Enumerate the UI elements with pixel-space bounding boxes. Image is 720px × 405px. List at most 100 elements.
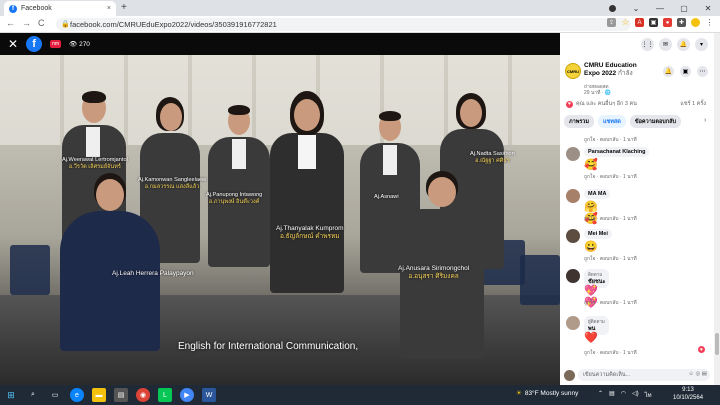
restore-icon[interactable]: ▢ (672, 4, 696, 13)
minimize-icon[interactable]: — (648, 4, 672, 13)
bell-icon[interactable]: 🔔 (663, 66, 674, 77)
comment-author[interactable]: MA MA (588, 191, 606, 197)
comment-emoji: 🥰 (584, 159, 598, 171)
task-view-icon[interactable]: ▭ (48, 388, 62, 402)
follower-badge: ติดตาม (588, 272, 603, 277)
share-count[interactable]: แชร์ 1 ครั้ง (680, 100, 706, 108)
url-field[interactable]: 🔒 facebook.com/CMRUEduExpo2022/videos/35… (56, 18, 631, 31)
reaction-summary[interactable]: ♥ คุณ และ คนอื่นๆ อีก 3 คน (566, 100, 637, 108)
panel-tabs: ภาพรวม แชทสด ข้อความตอบกลับ (564, 115, 681, 128)
name-en: Aj.Asnawi (374, 194, 399, 200)
name-tag: Aj.Thanyalak Kumprom อ.ธัญลักษณ์ คำพรหม (276, 225, 344, 240)
close-window-icon[interactable]: ✕ (696, 4, 720, 13)
scrollbar-thumb[interactable] (715, 333, 719, 355)
line-icon[interactable]: L (158, 388, 172, 402)
extension-icon[interactable]: ▣ (649, 18, 658, 27)
red-extension-icon[interactable]: ● (663, 18, 672, 27)
pdf-extension-icon[interactable]: A (635, 18, 644, 27)
post-time: 29 นาที · 🌐 (584, 90, 612, 96)
facebook-logo-icon[interactable]: f (26, 36, 43, 52)
composer-icons[interactable]: ☺ ◎ ▤ (688, 371, 707, 381)
clock[interactable]: 9:13 10/10/2564 (673, 386, 703, 402)
name-en: Aj.Anusara Sirimongchol (398, 265, 470, 272)
avatar[interactable] (566, 269, 580, 283)
comment-emoji: 😀 (584, 241, 598, 253)
more-options-icon[interactable]: ⋯ (697, 66, 708, 77)
puzzle-icon[interactable]: ✚ (677, 18, 686, 27)
name-en: Aj.Nadta Sasithon (470, 151, 515, 157)
heart-reaction-icon: ♥ (566, 100, 573, 108)
word-icon[interactable]: W (202, 388, 216, 402)
windows-start-icon[interactable]: ⊞ (4, 388, 18, 402)
close-icon[interactable]: ✕ (8, 37, 18, 51)
name-th: อ.กมลวรรณ แสงลีแล้ว (144, 183, 200, 190)
chevron-right-icon[interactable]: › (704, 117, 706, 124)
share-icon[interactable]: ⇪ (607, 18, 616, 27)
forward-button[interactable]: → (22, 18, 31, 28)
comment-placeholder: เขียนความคิดเห็น... (583, 372, 631, 378)
system-tray: ⌃ ▤ ◠ ◁) ไท (598, 390, 652, 400)
edge-icon[interactable]: e (70, 388, 84, 402)
save-icon[interactable]: ▣ (680, 66, 691, 77)
comment-meta[interactable]: ถูกใจ · ตอบกลับ · 1 นาที (584, 136, 637, 144)
close-tab-icon[interactable]: × (107, 5, 111, 12)
new-tab-button[interactable]: + (121, 2, 127, 13)
comment-meta[interactable]: ถูกใจ · ตอบกลับ · 1 นาที (584, 299, 637, 307)
comment-meta[interactable]: ถูกใจ · ตอบกลับ · 1 นาที (584, 349, 637, 357)
tab-live-chat[interactable]: แชทสด (598, 115, 626, 128)
panel-toolbar: ⋮⋮ ✉ 🔔 ▾ (560, 33, 714, 55)
chevron-down-icon[interactable]: ⌄ (624, 4, 648, 13)
reload-button[interactable]: C (38, 18, 45, 28)
avatar[interactable] (566, 316, 580, 330)
weather-widget[interactable]: ☀ 83°F Mostly sunny (516, 389, 578, 398)
store-icon[interactable]: ▤ (114, 388, 128, 402)
volume-icon[interactable]: ◁) (632, 390, 639, 400)
tab-facebook[interactable]: f Facebook × (4, 1, 116, 16)
tab-replies[interactable]: ข้อความตอบกลับ (629, 115, 681, 128)
tab-title: Facebook (21, 5, 52, 12)
menu-icon[interactable]: ⋮ (705, 18, 714, 27)
avatar[interactable] (566, 147, 580, 161)
profile-icon[interactable] (609, 4, 616, 12)
file-explorer-icon[interactable]: ▬ (92, 388, 106, 402)
page-name[interactable]: CMRU Education Expo 2022 กำลัง (584, 62, 654, 78)
video-caption: English for International Communication, (178, 341, 359, 352)
name-en: Aj.Leah Herrera Palaypayon (112, 270, 194, 277)
search-icon[interactable]: ⌕ (26, 388, 40, 402)
view-count: 👁 270 (69, 41, 90, 48)
comment-author[interactable]: Parsachanat Klaching (588, 149, 645, 155)
wifi-icon[interactable]: ◠ (621, 390, 626, 400)
video-header: ✕ f nm 👁 270 (0, 33, 560, 55)
apps-grid-icon[interactable]: ⋮⋮ (641, 37, 654, 51)
comment-meta[interactable]: ถูกใจ · ตอบกลับ · 1 นาที (584, 215, 637, 223)
chrome-icon[interactable]: ◉ (136, 388, 150, 402)
notifications-icon[interactable]: 🔔 (677, 37, 690, 51)
avatar[interactable] (566, 189, 580, 203)
tab-overview[interactable]: ภาพรวม (564, 115, 595, 128)
scrollbar[interactable] (714, 33, 720, 385)
chevron-up-icon[interactable]: ⌃ (598, 390, 603, 400)
name-en: Aj.Panupong Intawong (206, 192, 263, 198)
network-icon[interactable]: ▤ (609, 390, 615, 400)
comment-bubble: MA MA (584, 189, 611, 199)
back-button[interactable]: ← (6, 18, 15, 28)
post-actions: 🔔 ▣ ⋯ (663, 66, 708, 77)
name-en: Aj.Kamonwan Sangleelaew (138, 177, 207, 183)
language-icon[interactable]: ไท (645, 390, 652, 400)
comment-bubble: Parsachanat Klaching (584, 147, 650, 157)
name-en: Aj.Weerawat Lertromjantol (62, 157, 128, 163)
star-icon[interactable]: ☆ (621, 17, 630, 27)
comment-input[interactable]: เขียนความคิดเห็น... ☺ ◎ ▤ (578, 369, 710, 381)
messenger-icon[interactable]: ✉ (659, 37, 672, 51)
account-chevron-icon[interactable]: ▾ (695, 37, 708, 51)
name-tag: Aj.Kamonwan Sangleelaew อ.กมลวรรณ แสงลีแ… (138, 177, 206, 190)
name-tag: Aj.Nadta Sasithon อ.ณัฐฐา ศศิธร (470, 151, 515, 164)
page-avatar[interactable]: CMRU (565, 63, 581, 79)
avatar-icon[interactable] (691, 18, 700, 27)
avatar[interactable] (566, 229, 580, 243)
zoom-icon[interactable]: ▶ (180, 388, 194, 402)
comment-meta[interactable]: ถูกใจ · ตอบกลับ · 1 นาที (584, 255, 637, 263)
video-player[interactable]: Aj.Weerawat Lertromjantol อ.วีรวัต เลิศร… (0, 55, 560, 385)
comment-meta[interactable]: ถูกใจ · ตอบกลับ · 1 นาที (584, 173, 637, 181)
comment-author[interactable]: Mei Mei (588, 231, 608, 237)
